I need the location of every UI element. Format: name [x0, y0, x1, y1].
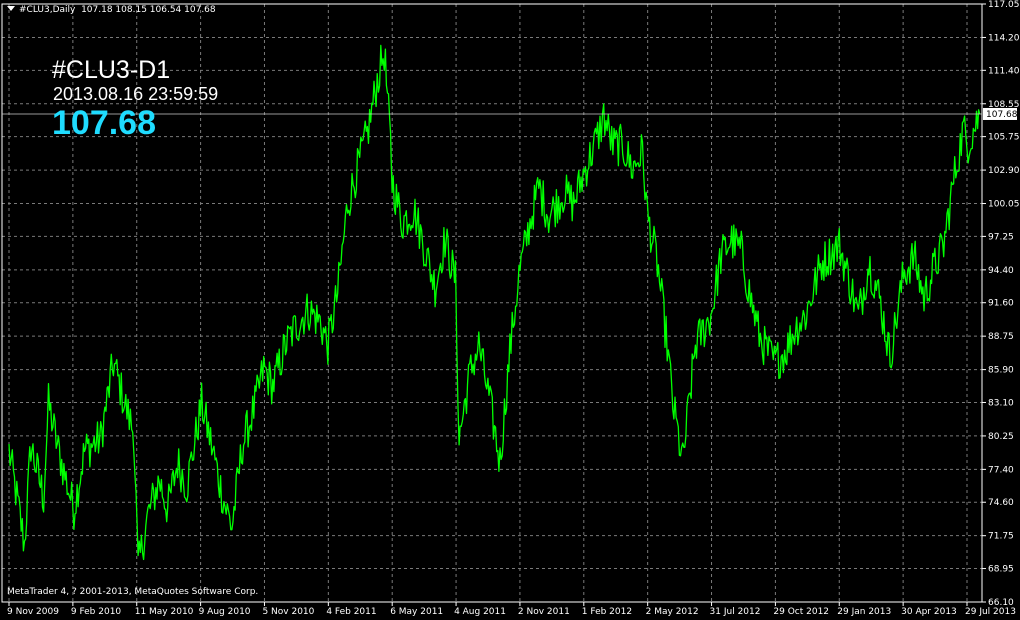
x-tick-label: 5 Nov 2010 [262, 607, 314, 617]
x-tick-label: 4 Aug 2011 [454, 607, 506, 617]
y-tick-label: 117.05 [988, 0, 1020, 10]
header-ohlc: 107.18 108.15 106.54 107.68 [81, 5, 216, 15]
x-tick-label: 29 Jan 2013 [837, 607, 891, 617]
y-tick-label: 88.75 [988, 332, 1014, 342]
y-tick-label: 68.95 [988, 565, 1014, 575]
y-tick-label: 100.05 [988, 200, 1020, 210]
x-tick-label: 29 Oct 2012 [773, 607, 829, 617]
y-tick-label: 71.75 [988, 532, 1014, 542]
y-tick-label: 77.40 [988, 465, 1014, 475]
price-chart[interactable]: 117.05 114.20 111.40 108.55 105.75 102.90 100.… [0, 0, 1020, 620]
y-tick-label: 85.90 [988, 366, 1014, 376]
x-tick-label: 2 Nov 2011 [518, 607, 570, 617]
x-tick-label: 30 Apr 2013 [901, 607, 957, 617]
chart-header[interactable]: #CLU3,Daily 107.18 108.15 106.54 107.68 [7, 5, 216, 15]
x-tick-label: 6 May 2011 [390, 607, 443, 617]
y-tick-label: 111.40 [988, 66, 1020, 76]
y-tick-label: 80.25 [988, 432, 1014, 442]
x-tick-label: 9 Aug 2010 [199, 607, 251, 617]
overlay-datetime: 2013.08.16 23:59:59 [53, 84, 219, 104]
y-tick-label: 83.10 [988, 398, 1014, 408]
dropdown-triangle-icon[interactable] [7, 6, 15, 11]
x-tick-label: 9 Feb 2010 [71, 607, 122, 617]
x-tick-label: 2 May 2012 [646, 607, 699, 617]
header-symbol: #CLU3,Daily [19, 5, 76, 15]
x-tick-label: 9 Nov 2009 [7, 607, 59, 617]
overlay-symbol: #CLU3-D1 [52, 56, 171, 84]
y-tick-label: 114.20 [988, 33, 1020, 43]
x-tick-label: 11 May 2010 [135, 607, 194, 617]
last-price-label: 107.68 [986, 110, 1018, 120]
x-tick-label: 31 Jul 2012 [710, 607, 761, 617]
x-tick-label: 29 Jul 2013 [965, 607, 1016, 617]
y-tick-label: 94.40 [988, 266, 1014, 276]
y-tick-label: 97.25 [988, 232, 1014, 242]
y-tick-label: 91.60 [988, 299, 1014, 309]
copyright-text: MetaTrader 4, ? 2001-2013, MetaQuotes So… [7, 587, 259, 597]
y-tick-label: 102.90 [988, 166, 1020, 176]
overlay-price: 107.68 [52, 104, 156, 142]
y-tick-label: 74.60 [988, 498, 1014, 508]
y-tick-label: 105.75 [988, 133, 1020, 143]
x-tick-label: 1 Feb 2012 [582, 607, 632, 617]
x-tick-label: 4 Feb 2011 [326, 607, 376, 617]
